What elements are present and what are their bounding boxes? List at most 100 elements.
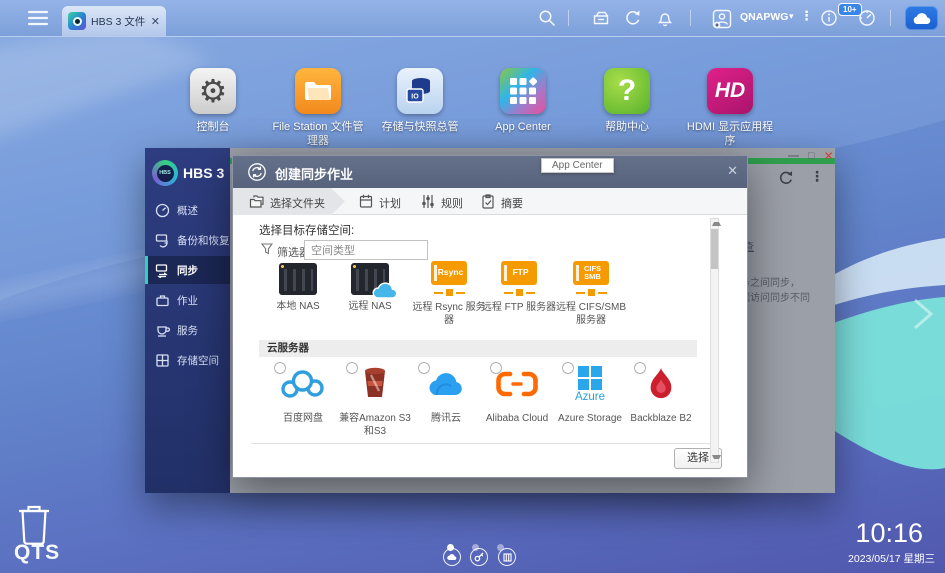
cloud-shortcut-icon[interactable] — [443, 548, 461, 566]
rsync-server-icon: Rsync — [427, 261, 471, 296]
user-avatar-icon[interactable] — [712, 9, 732, 29]
overview-icon — [155, 203, 170, 218]
taskbar-divider — [568, 10, 569, 26]
schedule-step-icon[interactable] — [359, 194, 373, 209]
myqnapcloud-button[interactable] — [905, 6, 938, 30]
cifs-smb-server-icon: CIFS SMB — [569, 261, 613, 296]
search-icon[interactable] — [538, 9, 556, 27]
alibaba-cloud-icon — [494, 370, 540, 398]
hbs3-sidebar: HBS HBS 3 概述 备份和恢复 同步 作业 服务 存储空间 — [145, 148, 230, 493]
desktop-icon-help-center[interactable]: ? 帮助中心 — [579, 68, 675, 134]
create-sync-job-dialog: 创建同步作业 ✕ App Center 选择文件夹 计划 规则 摘要 选择目标存… — [232, 155, 748, 478]
hd-logo: HD — [715, 79, 745, 103]
remote-nas-icon — [351, 263, 389, 295]
quick-access-key-icon[interactable] — [470, 548, 488, 566]
ftp-server-icon: FTP — [497, 261, 541, 296]
desktop-icon-app-center[interactable]: App Center — [475, 68, 571, 134]
cloud-option-label: 兼容Amazon S3 和S3 — [339, 412, 411, 438]
sidebar-item-label: 概述 — [177, 203, 198, 218]
sidebar-item-services[interactable]: 服务 — [145, 316, 230, 344]
azure-wordmark: Azure — [575, 391, 605, 403]
cloud-option-tencent[interactable]: 腾讯云 — [410, 362, 482, 425]
cloud-option-alibaba[interactable]: Alibaba Cloud — [481, 362, 553, 425]
jobs-icon — [155, 293, 170, 308]
storage-option-cifs-smb-server[interactable]: CIFS SMB 远程 CIFS/SMB 服务器 — [552, 259, 630, 327]
storage-option-remote-nas[interactable]: 远程 NAS — [331, 259, 409, 313]
qts-logo: QTS — [14, 541, 60, 565]
cloud-option-label: Backblaze B2 — [625, 412, 697, 425]
clock-date[interactable]: 2023/05/17 星期三 — [848, 551, 935, 566]
user-menu-caret-icon[interactable]: ▾ — [789, 11, 794, 22]
app-tab-hbs3[interactable]: HBS 3 文件备份 ✕ — [62, 6, 166, 36]
background-tasks-icon[interactable] — [592, 9, 610, 27]
main-menu-icon[interactable] — [27, 9, 49, 27]
dialog-scrollbar[interactable] — [710, 218, 719, 463]
sidebar-item-label: 作业 — [177, 293, 198, 308]
sidebar-item-jobs[interactable]: 作业 — [145, 286, 230, 314]
question-mark-icon: ? — [618, 74, 636, 108]
sidebar-item-backup-restore[interactable]: 备份和恢复 — [145, 226, 230, 254]
dialog-close-icon[interactable]: ✕ — [727, 163, 738, 179]
refresh-icon[interactable] — [624, 9, 642, 27]
more-menu-icon[interactable]: ⋮ — [800, 8, 813, 24]
desktop-icon-storage-snapshots[interactable]: IO 存储与快照总管 — [372, 68, 468, 134]
step-label[interactable]: 选择文件夹 — [270, 195, 325, 211]
desktop-icon-label: File Station 文件管理器 — [270, 120, 366, 149]
rules-step-icon[interactable] — [421, 194, 435, 209]
storage-spaces-icon — [155, 353, 170, 368]
sidebar-item-sync[interactable]: 同步 — [145, 256, 230, 284]
step-label[interactable]: 摘要 — [501, 195, 523, 211]
storage-option-ftp-server[interactable]: FTP 远程 FTP 服务器 — [480, 259, 558, 314]
step-label[interactable]: 计划 — [379, 195, 401, 211]
wizard-steps: 选择文件夹 计划 规则 摘要 — [233, 188, 747, 215]
cloud-icon — [372, 282, 399, 300]
tab-label: HBS 3 文件备份 — [91, 14, 146, 29]
dashboard-shortcut-icon[interactable] — [498, 548, 516, 566]
storage-option-label: 远程 CIFS/SMB 服务器 — [552, 301, 630, 327]
sync-icon — [155, 263, 170, 278]
cloud-option-label: Azure Storage — [554, 412, 626, 425]
baidu-netdisk-icon — [280, 368, 326, 400]
cloud-icon — [912, 12, 932, 25]
tencent-cloud-icon — [423, 369, 469, 399]
space-type-filter-input[interactable] — [304, 240, 428, 260]
scroll-up-arrow[interactable] — [712, 222, 721, 226]
summary-step-icon[interactable] — [481, 194, 495, 209]
page-more-menu-icon[interactable]: ⋮ — [810, 168, 824, 185]
cloud-option-label: 腾讯云 — [410, 412, 482, 425]
minimize-icon[interactable]: — — [788, 149, 799, 163]
maximize-icon[interactable]: □ — [808, 149, 815, 163]
svg-text:IO: IO — [411, 94, 419, 101]
storage-option-rsync-server[interactable]: Rsync 远程 Rsync 服务器 — [410, 259, 488, 327]
storage-option-local-nas[interactable]: 本地 NAS — [259, 259, 337, 313]
cloud-option-backblaze[interactable]: Backblaze B2 — [625, 362, 697, 425]
sidebar-item-overview[interactable]: 概述 — [145, 196, 230, 224]
cloud-option-amazon-s3[interactable]: 兼容Amazon S3 和S3 — [339, 362, 411, 438]
local-nas-icon — [279, 263, 317, 295]
scroll-down-arrow[interactable] — [712, 455, 721, 459]
step-label[interactable]: 规则 — [441, 195, 463, 211]
dialog-title: 创建同步作业 — [275, 164, 353, 183]
window-close-icon[interactable]: ✕ — [824, 149, 834, 163]
hbs3-app-icon — [68, 12, 86, 30]
storage-option-label: 本地 NAS — [259, 300, 337, 313]
gear-icon: ⚙ — [199, 72, 228, 110]
page-refresh-icon[interactable] — [778, 170, 794, 186]
hbs3-logo: HBS — [152, 160, 178, 186]
desktop-icon-file-station[interactable]: File Station 文件管理器 — [270, 68, 366, 149]
tab-close-icon[interactable]: ✕ — [151, 15, 160, 28]
system-info-icon[interactable] — [820, 9, 838, 27]
scrollbar-thumb[interactable] — [711, 229, 718, 269]
folders-step-icon[interactable] — [249, 194, 265, 209]
taskbar-divider — [890, 10, 891, 26]
taskbar: HBS 3 文件备份 ✕ QNAPWG ▾ ⋮ 10+ — [0, 0, 945, 37]
notifications-bell-icon[interactable] — [656, 9, 674, 27]
user-name[interactable]: QNAPWG — [740, 11, 788, 23]
taskbar-divider — [690, 10, 691, 26]
sidebar-item-storage-spaces[interactable]: 存储空间 — [145, 346, 230, 374]
desktop-icon-hdmi-display[interactable]: HD HDMI 显示应用程序 — [682, 68, 778, 149]
cloud-option-baidu[interactable]: 百度网盘 — [267, 362, 339, 425]
desktop-icon-control-panel[interactable]: ⚙ 控制台 — [165, 68, 261, 134]
cloud-option-azure[interactable]: Azure Azure Storage — [554, 362, 626, 425]
clock-time[interactable]: 10:16 — [855, 518, 923, 549]
